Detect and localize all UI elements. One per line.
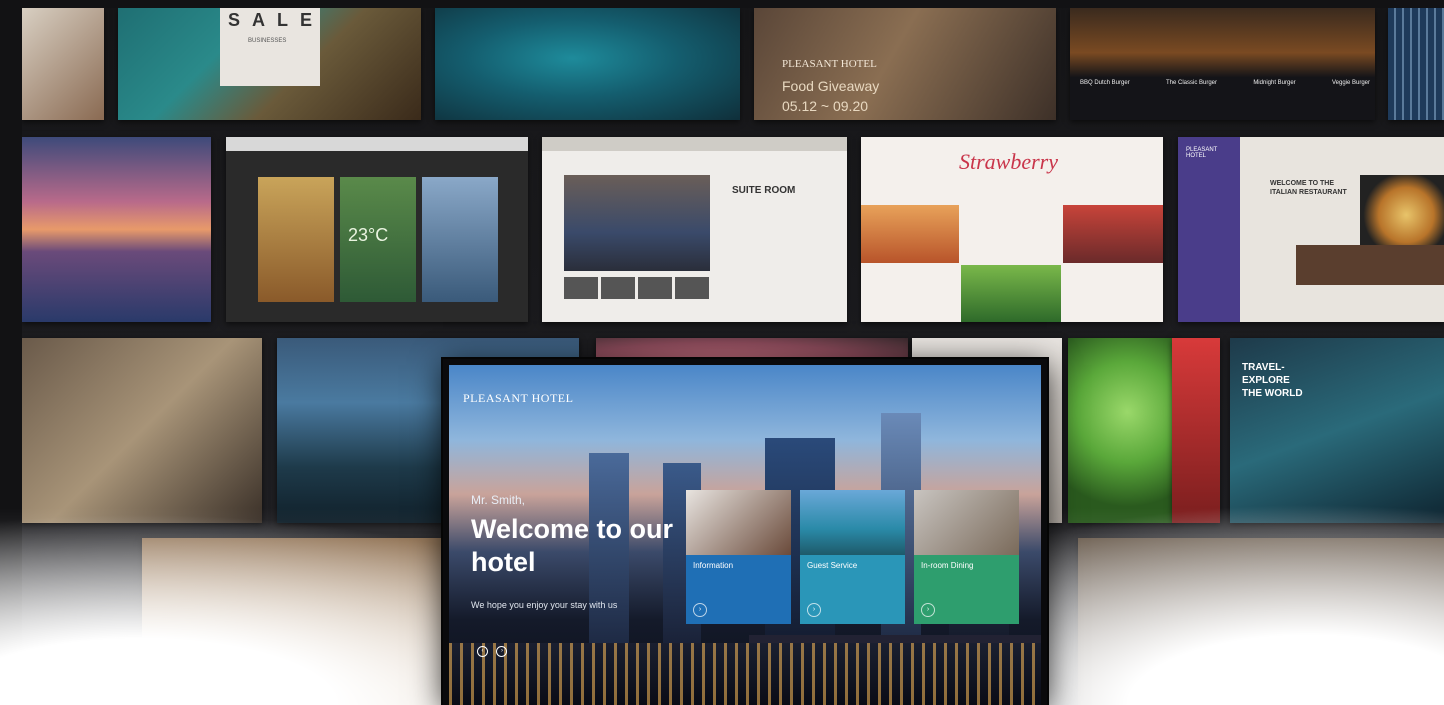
card-information-body: Information ›	[686, 555, 791, 624]
weather-temp: 23°C	[348, 225, 389, 245]
tile-travel-explore: TRAVEL- EXPLORE THE WORLD	[1230, 338, 1444, 523]
tile-burgers: BBQ Dutch Burger The Classic Burger Midn…	[1070, 8, 1375, 120]
tile-banquet	[1078, 538, 1444, 705]
strawberry-img-2	[961, 265, 1061, 322]
signage-showcase: SALE BUSINESSES PLEASANT HOTEL Food Give…	[0, 0, 1444, 705]
tile-ocean-aerial	[435, 8, 740, 120]
food-brand: PLEASANT HOTEL	[782, 58, 877, 70]
left-edge	[0, 0, 22, 705]
burger-2: The Classic Burger	[1165, 80, 1218, 86]
hotel-welcome-screen: PLEASANT HOTEL Mr. Smith, Welcome to our…	[449, 365, 1041, 705]
card-information-label: Information	[693, 561, 734, 570]
italian-sidebar: PLEASANT HOTEL	[1178, 137, 1240, 322]
tile-italian-restaurant: PLEASANT HOTEL WELCOME TO THE ITALIAN RE…	[1178, 137, 1444, 322]
strawberry-logo: Strawberry	[959, 149, 1058, 174]
tile-suite-room: SUITE ROOM	[542, 137, 847, 322]
card-in-room-dining[interactable]: In-room Dining ›	[914, 490, 1019, 624]
travel-line-3: THE WORLD	[1242, 388, 1303, 399]
tile-green-apples	[1068, 338, 1176, 523]
italian-brand: PLEASANT HOTEL	[1186, 147, 1218, 159]
tile-pool-towels	[22, 8, 104, 120]
strawberry-img-3	[1063, 205, 1163, 263]
tile-buffet	[22, 338, 262, 523]
strawberry-img-1	[861, 205, 959, 263]
sale-panel: SALE BUSINESSES	[220, 8, 320, 86]
tile-strawberry: Strawberry	[861, 137, 1163, 322]
water-reflections	[449, 643, 1041, 705]
food-title: Food Giveaway	[782, 78, 880, 94]
weather-food-panel	[258, 177, 334, 302]
burger-names: BBQ Dutch Burger The Classic Burger Midn…	[1080, 80, 1370, 86]
travel-line-2: EXPLORE	[1242, 375, 1290, 386]
weather-view-panel	[422, 177, 498, 302]
suite-photo	[564, 175, 710, 271]
card-guest-service-label: Guest Service	[807, 561, 858, 570]
card-in-room-dining-image	[914, 490, 1019, 555]
italian-title: WELCOME TO THE ITALIAN RESTAURANT	[1270, 180, 1347, 196]
welcome-subtitle: We hope you enjoy your stay with us	[471, 600, 618, 610]
tile-sunset-palms	[22, 137, 211, 322]
screen-brand: PLEASANT HOTEL	[463, 391, 574, 405]
bridge	[749, 635, 1041, 643]
arrow-right-icon: ›	[921, 603, 935, 617]
card-information[interactable]: Information ›	[686, 490, 791, 624]
tile-food-giveaway: PLEASANT HOTEL Food Giveaway 05.12 ~ 09.…	[754, 8, 1056, 120]
tile-hotel-room	[142, 538, 442, 705]
food-dates: 05.12 ~ 09.20	[782, 98, 869, 114]
card-information-image	[686, 490, 791, 555]
next-icon[interactable]: ›	[496, 646, 508, 657]
tile-building	[1388, 8, 1444, 120]
tile-strawberries	[1172, 338, 1220, 523]
card-in-room-dining-body: In-room Dining ›	[914, 555, 1019, 624]
burger-1: BBQ Dutch Burger	[1080, 80, 1130, 86]
sale-heading: SALE	[228, 10, 325, 30]
arrow-right-icon: ›	[807, 603, 821, 617]
hotel-display: PLEASANT HOTEL Mr. Smith, Welcome to our…	[443, 359, 1047, 705]
italian-bar	[1296, 245, 1444, 285]
suite-title: SUITE ROOM	[732, 185, 796, 196]
prev-icon[interactable]: ‹	[477, 646, 488, 657]
burger-3: Midnight Burger	[1253, 80, 1296, 86]
travel-line-1: TRAVEL-	[1242, 362, 1285, 373]
italian-pasta	[1360, 175, 1444, 255]
card-guest-service-image	[800, 490, 905, 555]
card-guest-service[interactable]: Guest Service ›	[800, 490, 905, 624]
tile-sale-coral: SALE BUSINESSES	[118, 8, 421, 120]
card-in-room-dining-label: In-room Dining	[921, 561, 974, 570]
weather-panel: 23°C	[340, 177, 416, 302]
guest-greeting: Mr. Smith,	[471, 493, 526, 507]
arrow-right-icon: ›	[693, 603, 707, 617]
top-edge	[0, 0, 1444, 8]
welcome-headline: Welcome to our hotel	[471, 514, 674, 577]
carousel-dots: ‹ ›	[477, 639, 511, 657]
sale-sub: BUSINESSES	[248, 38, 287, 44]
tile-weather-menu: 23°C	[226, 137, 528, 322]
burger-4: Veggie Burger	[1331, 80, 1370, 86]
suite-thumbs	[564, 277, 710, 299]
card-guest-service-body: Guest Service ›	[800, 555, 905, 624]
